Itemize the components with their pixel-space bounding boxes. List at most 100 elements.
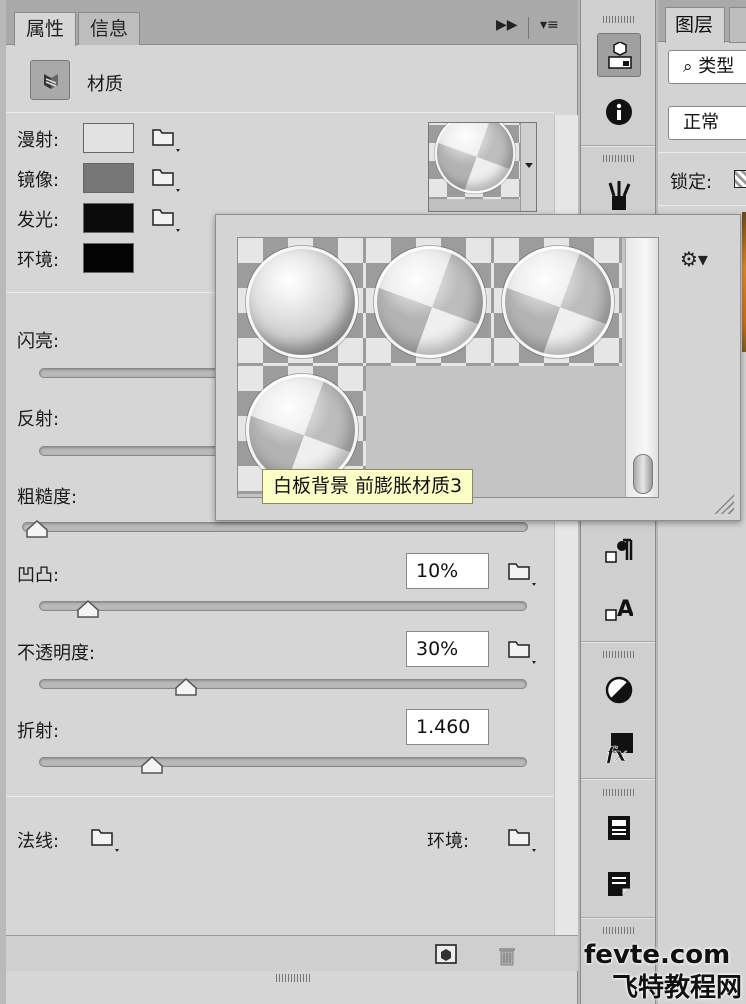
- shine-label: 闪亮:: [17, 331, 60, 352]
- properties-tab-bar: 属性 信息 ▶▶ ▾≡: [6, 0, 578, 46]
- lock-transparent-pixels-icon[interactable]: [734, 170, 746, 188]
- fx-icon: fx: [605, 733, 633, 763]
- material-tooltip: 白板背景 前膨胀材质3: [262, 469, 474, 504]
- dock-grip[interactable]: [603, 927, 635, 934]
- bump-value-field[interactable]: 10%: [406, 553, 489, 589]
- specular-color-swatch[interactable]: [83, 163, 134, 193]
- preview-checker: [429, 123, 522, 200]
- collapse-panel-icon[interactable]: ▶▶: [496, 17, 518, 33]
- filter-kind-label: 类型: [698, 56, 735, 77]
- normal-label: 法线:: [17, 831, 60, 852]
- trash-icon[interactable]: [496, 943, 518, 967]
- panel-resize-grip[interactable]: [276, 974, 312, 982]
- resize-grip-icon[interactable]: [712, 492, 734, 514]
- dock-grip[interactable]: [603, 789, 635, 796]
- specular-texture-folder-icon[interactable]: [152, 167, 180, 192]
- watermark-cn: 飞特教程网: [612, 973, 743, 1003]
- note-icon: [608, 872, 630, 896]
- tab-separator: [528, 17, 529, 39]
- tab-next[interactable]: [729, 7, 746, 43]
- roughness-label: 粗糙度:: [17, 487, 78, 508]
- ambient-color-swatch[interactable]: [83, 243, 134, 273]
- opacity-label: 不透明度:: [17, 643, 96, 664]
- ambient-label: 环境:: [17, 250, 60, 271]
- material-icon: [44, 74, 58, 89]
- roughness-slider-track[interactable]: [22, 522, 528, 532]
- material-sphere: [374, 246, 486, 358]
- styles-button[interactable]: fx: [597, 725, 641, 769]
- material-grid-scrollbar[interactable]: [625, 238, 658, 497]
- adjustments-icon: [605, 676, 633, 704]
- tab-info[interactable]: 信息: [78, 12, 141, 45]
- paragraph-styles-button[interactable]: [597, 530, 641, 574]
- adjustments-button[interactable]: [597, 668, 641, 712]
- character-styles-icon: A: [605, 597, 633, 622]
- render-icon[interactable]: [434, 943, 458, 965]
- scrollbar-thumb[interactable]: [633, 454, 653, 494]
- bump-texture-folder-icon[interactable]: [508, 561, 536, 586]
- illumination-texture-folder-icon[interactable]: [152, 207, 180, 232]
- dock-separator: [581, 917, 655, 919]
- material-swatch[interactable]: [494, 238, 622, 366]
- layers-tab-bar: 图层: [658, 0, 746, 43]
- material-grid: [237, 237, 659, 498]
- character-styles-button[interactable]: A: [597, 588, 641, 632]
- tab-layers[interactable]: 图层: [665, 7, 725, 43]
- bump-label: 凹凸:: [17, 565, 60, 586]
- info-icon: [606, 99, 632, 125]
- illumination-label: 发光:: [17, 210, 60, 231]
- dock-grip[interactable]: [603, 16, 635, 23]
- dock-separator: [581, 641, 655, 643]
- material-preview-thumbnail[interactable]: [428, 122, 537, 212]
- bump-slider-track[interactable]: [39, 601, 527, 611]
- material-sphere: [502, 246, 614, 358]
- dock-grip[interactable]: [603, 651, 635, 658]
- refraction-label: 折射:: [17, 721, 60, 742]
- layer-thumbnail[interactable]: [742, 212, 746, 352]
- normal-texture-folder-icon[interactable]: [91, 827, 119, 852]
- material-swatch[interactable]: [366, 238, 494, 366]
- environment-texture-folder-icon[interactable]: [508, 827, 536, 852]
- layer-filter-field[interactable]: ⌕ 类型: [668, 50, 746, 84]
- material-sphere: [246, 246, 358, 358]
- specular-label: 镜像:: [17, 170, 60, 191]
- gear-icon[interactable]: ⚙▾: [680, 247, 708, 271]
- diffuse-texture-folder-icon[interactable]: [152, 127, 180, 152]
- preview-sphere: [434, 123, 516, 194]
- notes-button[interactable]: [597, 862, 641, 906]
- environment-label: 环境:: [427, 831, 470, 852]
- material-picker-dropdown-icon[interactable]: [520, 123, 536, 211]
- dock-separator: [581, 778, 655, 780]
- brush-presets-button[interactable]: [597, 172, 641, 216]
- 3d-icon: [608, 42, 632, 69]
- divider: [658, 152, 746, 153]
- dock-separator: [581, 145, 655, 147]
- refraction-value-field[interactable]: 1.460: [406, 709, 489, 745]
- svg-text:fx: fx: [605, 742, 628, 763]
- opacity-slider-track[interactable]: [39, 679, 527, 689]
- divider: [658, 205, 746, 206]
- panel-title: 材质: [87, 74, 123, 95]
- diffuse-color-swatch[interactable]: [83, 123, 134, 153]
- material-mode-button[interactable]: [30, 60, 70, 100]
- illumination-color-swatch[interactable]: [83, 203, 134, 233]
- divider: [6, 112, 554, 113]
- refraction-slider-track[interactable]: [39, 757, 527, 767]
- brushes-icon: [608, 181, 631, 210]
- watermark-url: fevte.com: [584, 940, 731, 970]
- 3d-panel-button[interactable]: [597, 33, 641, 77]
- material-swatch[interactable]: [238, 238, 366, 366]
- blend-mode-select[interactable]: 正常: [668, 106, 746, 140]
- divider: [6, 796, 554, 797]
- opacity-texture-folder-icon[interactable]: [508, 639, 536, 664]
- opacity-value-field[interactable]: 30%: [406, 631, 489, 667]
- notes-panel-icon: [608, 816, 630, 840]
- diffuse-label: 漫射:: [17, 130, 60, 151]
- dock-grip[interactable]: [603, 155, 635, 162]
- tab-properties[interactable]: 属性: [14, 12, 77, 46]
- search-icon: ⌕: [683, 57, 693, 77]
- paragraph-styles-icon: [605, 538, 633, 563]
- channels-button[interactable]: [597, 806, 641, 850]
- panel-menu-icon[interactable]: ▾≡: [540, 17, 559, 33]
- info-panel-button[interactable]: [597, 90, 641, 134]
